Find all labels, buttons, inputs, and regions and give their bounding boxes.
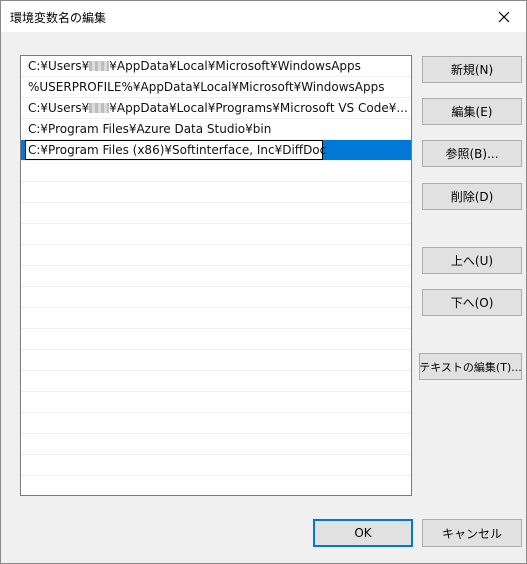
- empty-row: [21, 161, 411, 182]
- ok-button[interactable]: OK: [313, 519, 413, 547]
- empty-row: [21, 287, 411, 308]
- empty-row: [21, 413, 411, 434]
- move-up-button[interactable]: 上へ(U): [422, 247, 522, 274]
- path-edit-input[interactable]: C:¥Program Files (x86)¥Softinterface, In…: [25, 140, 327, 160]
- close-icon: [498, 11, 510, 22]
- empty-row: [21, 266, 411, 287]
- list-item-selected[interactable]: C:¥Program Files (x86)¥Softinterface, In…: [21, 140, 411, 161]
- empty-row: [21, 224, 411, 245]
- empty-row: [21, 371, 411, 392]
- list-item[interactable]: C:¥Users¥ ¥AppData¥Local¥Microsoft¥Window…: [21, 56, 411, 77]
- edit-button[interactable]: 編集(E): [422, 98, 522, 125]
- path-text: C:¥Program Files¥Azure Data Studio¥bin: [28, 122, 272, 136]
- empty-row: [21, 350, 411, 371]
- list-item[interactable]: C:¥Users¥ ¥AppData¥Local¥Programs¥Microso…: [21, 98, 411, 119]
- empty-row: [21, 182, 411, 203]
- close-button[interactable]: [482, 1, 526, 32]
- path-prefix: C:¥Users¥: [28, 59, 90, 73]
- title-bar: 環境変数名の編集: [1, 1, 526, 32]
- path-prefix: C:¥Users¥: [28, 101, 90, 115]
- redacted-username: [89, 61, 110, 71]
- redacted-username: [89, 103, 110, 113]
- cancel-button[interactable]: キャンセル: [422, 519, 522, 547]
- path-suffix: ¥AppData¥Local¥Microsoft¥WindowsApps: [109, 59, 361, 73]
- dialog-title: 環境変数名の編集: [10, 11, 107, 25]
- empty-row: [21, 434, 411, 455]
- edit-text-button[interactable]: テキストの編集(T)...: [419, 353, 522, 380]
- delete-button[interactable]: 削除(D): [422, 183, 522, 210]
- empty-row: [21, 392, 411, 413]
- browse-button[interactable]: 参照(B)...: [422, 140, 522, 167]
- path-text: %USERPROFILE%¥AppData¥Local¥Microsoft¥Wi…: [28, 80, 385, 94]
- empty-row: [21, 308, 411, 329]
- empty-row: [21, 476, 411, 495]
- move-down-button[interactable]: 下へ(O): [422, 289, 522, 316]
- new-button[interactable]: 新規(N): [422, 56, 522, 83]
- path-edit-value: C:¥Program Files (x86)¥Softinterface, In…: [28, 143, 327, 157]
- empty-row: [21, 329, 411, 350]
- path-suffix: ¥AppData¥Local¥Programs¥Microsoft VS Cod…: [109, 101, 408, 115]
- edit-env-var-dialog: 環境変数名の編集 C:¥Users¥ ¥AppData¥Local¥Microso…: [0, 0, 527, 564]
- list-item[interactable]: C:¥Program Files¥Azure Data Studio¥bin: [21, 119, 411, 140]
- path-list[interactable]: C:¥Users¥ ¥AppData¥Local¥Microsoft¥Window…: [20, 55, 412, 496]
- empty-row: [21, 245, 411, 266]
- empty-row: [21, 455, 411, 476]
- list-item[interactable]: %USERPROFILE%¥AppData¥Local¥Microsoft¥Wi…: [21, 77, 411, 98]
- empty-row: [21, 203, 411, 224]
